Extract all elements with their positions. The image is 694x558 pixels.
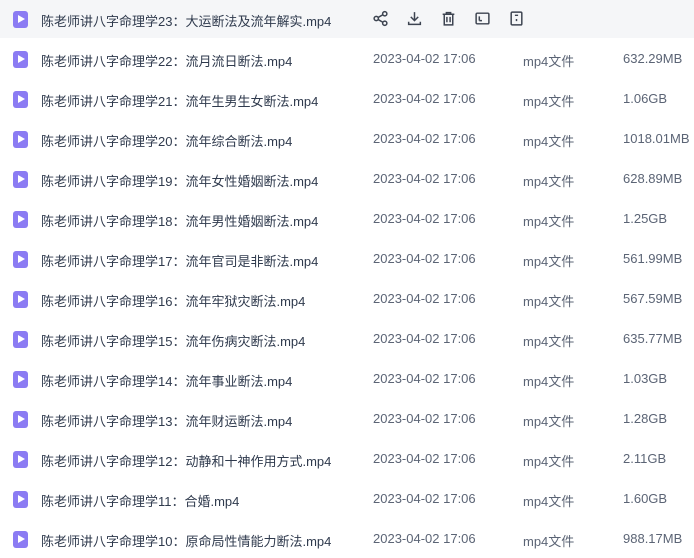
- file-date: 2023-04-02 17:06: [373, 91, 476, 106]
- file-type: mp4文件: [523, 94, 575, 109]
- file-date: 2023-04-02 17:06: [373, 411, 476, 426]
- file-date: 2023-04-02 17:06: [373, 531, 476, 546]
- file-date: 2023-04-02 17:06: [373, 451, 476, 466]
- file-row[interactable]: 陈老师讲八字命理学16：流年牢狱灾断法.mp4 2023-04-02 17:06…: [0, 280, 694, 318]
- video-file-icon: [13, 411, 28, 428]
- video-file-icon: [13, 371, 28, 388]
- file-type: mp4文件: [523, 254, 575, 269]
- file-name[interactable]: 陈老师讲八字命理学15：流年伤病灾断法.mp4: [41, 331, 305, 350]
- file-date: 2023-04-02 17:06: [373, 251, 476, 266]
- file-type: mp4文件: [523, 174, 575, 189]
- file-name[interactable]: 陈老师讲八字命理学10：原命局性情能力断法.mp4: [41, 531, 331, 550]
- file-size: 1.60GB: [623, 491, 668, 506]
- video-file-icon: [13, 211, 28, 228]
- file-row[interactable]: 陈老师讲八字命理学18：流年男性婚姻断法.mp4 2023-04-02 17:0…: [0, 200, 694, 238]
- video-file-icon: [13, 131, 28, 148]
- file-name[interactable]: 陈老师讲八字命理学23：大运断法及流年解实.mp4: [41, 11, 331, 30]
- file-type: mp4文件: [523, 414, 575, 429]
- video-file-icon: [13, 491, 28, 508]
- video-file-icon: [13, 171, 28, 188]
- file-date: 2023-04-02 17:06: [373, 211, 476, 226]
- file-row[interactable]: 陈老师讲八字命理学23：大运断法及流年解实.mp4: [0, 0, 694, 38]
- video-file-icon: [13, 91, 28, 108]
- file-type: mp4文件: [523, 294, 575, 309]
- file-name[interactable]: 陈老师讲八字命理学12：动静和十神作用方式.mp4: [41, 451, 331, 470]
- file-size: 1.28GB: [623, 411, 668, 426]
- file-size: 632.29MB: [623, 51, 683, 66]
- delete-icon[interactable]: [438, 8, 458, 28]
- file-size: 1.06GB: [623, 91, 668, 106]
- file-date: 2023-04-02 17:06: [373, 51, 476, 66]
- file-row[interactable]: 陈老师讲八字命理学11：合婚.mp4 2023-04-02 17:06 mp4文…: [0, 480, 694, 518]
- file-size: 567.59MB: [623, 291, 683, 306]
- file-name[interactable]: 陈老师讲八字命理学21：流年生男生女断法.mp4: [41, 91, 318, 110]
- video-file-icon: [13, 51, 28, 68]
- file-size: 635.77MB: [623, 331, 683, 346]
- video-file-icon: [13, 251, 28, 268]
- file-type: mp4文件: [523, 54, 575, 69]
- file-name[interactable]: 陈老师讲八字命理学17：流年官司是非断法.mp4: [41, 251, 318, 270]
- file-date: 2023-04-02 17:06: [373, 171, 476, 186]
- file-row[interactable]: 陈老师讲八字命理学19：流年女性婚姻断法.mp4 2023-04-02 17:0…: [0, 160, 694, 198]
- video-file-icon: [13, 331, 28, 348]
- file-name[interactable]: 陈老师讲八字命理学11：合婚.mp4: [41, 491, 239, 510]
- file-row[interactable]: 陈老师讲八字命理学12：动静和十神作用方式.mp4 2023-04-02 17:…: [0, 440, 694, 478]
- file-size: 1.03GB: [623, 371, 668, 386]
- file-row[interactable]: 陈老师讲八字命理学15：流年伤病灾断法.mp4 2023-04-02 17:06…: [0, 320, 694, 358]
- file-type: mp4文件: [523, 334, 575, 349]
- file-row[interactable]: 陈老师讲八字命理学22：流月流日断法.mp4 2023-04-02 17:06 …: [0, 40, 694, 78]
- file-type: mp4文件: [523, 534, 575, 549]
- file-size: 2.11GB: [623, 451, 667, 466]
- file-row[interactable]: 陈老师讲八字命理学20：流年综合断法.mp4 2023-04-02 17:06 …: [0, 120, 694, 158]
- file-row[interactable]: 陈老师讲八字命理学10：原命局性情能力断法.mp4 2023-04-02 17:…: [0, 520, 694, 558]
- file-row[interactable]: 陈老师讲八字命理学14：流年事业断法.mp4 2023-04-02 17:06 …: [0, 360, 694, 398]
- file-type: mp4文件: [523, 374, 575, 389]
- share-icon[interactable]: [370, 8, 390, 28]
- file-row[interactable]: 陈老师讲八字命理学21：流年生男生女断法.mp4 2023-04-02 17:0…: [0, 80, 694, 118]
- row-actions: [370, 8, 540, 28]
- file-type: mp4文件: [523, 214, 575, 229]
- video-file-icon: [13, 451, 28, 468]
- file-size: 1018.01MB: [623, 131, 690, 146]
- file-row[interactable]: 陈老师讲八字命理学13：流年财运断法.mp4 2023-04-02 17:06 …: [0, 400, 694, 438]
- download-icon[interactable]: [404, 8, 424, 28]
- file-type: mp4文件: [523, 134, 575, 149]
- video-file-icon: [13, 531, 28, 548]
- video-file-icon: [13, 291, 28, 308]
- file-date: 2023-04-02 17:06: [373, 331, 476, 346]
- file-name[interactable]: 陈老师讲八字命理学19：流年女性婚姻断法.mp4: [41, 171, 318, 190]
- file-size: 1.25GB: [623, 211, 668, 226]
- file-size: 561.99MB: [623, 251, 683, 266]
- more-icon[interactable]: [506, 8, 526, 28]
- video-file-icon: [13, 11, 28, 28]
- file-name[interactable]: 陈老师讲八字命理学18：流年男性婚姻断法.mp4: [41, 211, 318, 230]
- file-date: 2023-04-02 17:06: [373, 131, 476, 146]
- file-date: 2023-04-02 17:06: [373, 491, 476, 506]
- file-list: 陈老师讲八字命理学23：大运断法及流年解实.mp4 陈老师讲八字命理学22：流月…: [0, 0, 694, 551]
- file-type: mp4文件: [523, 494, 575, 509]
- file-name[interactable]: 陈老师讲八字命理学14：流年事业断法.mp4: [41, 371, 292, 390]
- file-row[interactable]: 陈老师讲八字命理学17：流年官司是非断法.mp4 2023-04-02 17:0…: [0, 240, 694, 278]
- file-name[interactable]: 陈老师讲八字命理学22：流月流日断法.mp4: [41, 51, 292, 70]
- file-size: 628.89MB: [623, 171, 683, 186]
- file-date: 2023-04-02 17:06: [373, 371, 476, 386]
- file-name[interactable]: 陈老师讲八字命理学13：流年财运断法.mp4: [41, 411, 292, 430]
- file-name[interactable]: 陈老师讲八字命理学20：流年综合断法.mp4: [41, 131, 292, 150]
- rename-icon[interactable]: [472, 8, 492, 28]
- file-type: mp4文件: [523, 454, 575, 469]
- file-date: 2023-04-02 17:06: [373, 291, 476, 306]
- file-name[interactable]: 陈老师讲八字命理学16：流年牢狱灾断法.mp4: [41, 291, 305, 310]
- file-size: 988.17MB: [623, 531, 683, 546]
